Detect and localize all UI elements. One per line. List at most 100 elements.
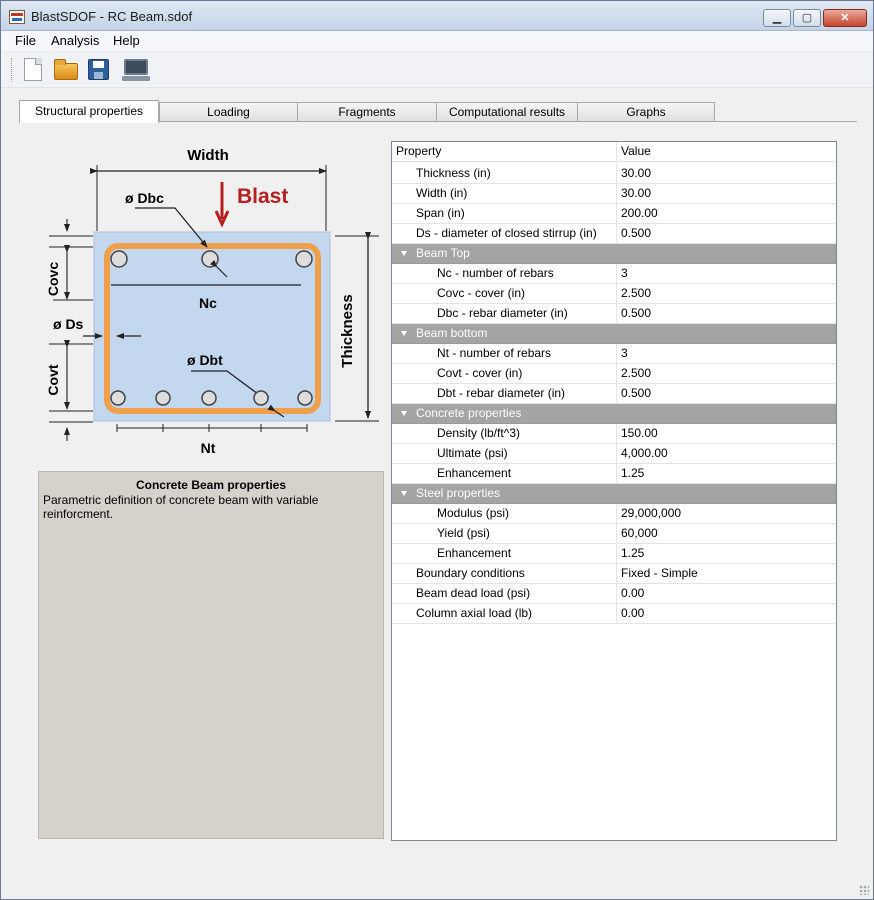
category-label: Steel properties	[416, 486, 501, 500]
grid-row[interactable]: Yield (psi) 60,000	[392, 524, 836, 544]
label-covc: Covc	[45, 262, 61, 296]
label-nt: Nt	[201, 440, 216, 456]
header-value: Value	[621, 144, 651, 158]
row-value[interactable]: 200.00	[618, 204, 836, 224]
grid-row[interactable]: Span (in) 200.00	[392, 204, 836, 224]
row-label: Column axial load (lb)	[392, 604, 617, 624]
row-value[interactable]: 0.00	[618, 584, 836, 604]
maximize-button[interactable]: ▢	[793, 9, 821, 27]
compute-button[interactable]	[122, 57, 150, 83]
description-panel: Concrete Beam properties Parametric defi…	[38, 471, 384, 839]
row-value[interactable]: 30.00	[618, 184, 836, 204]
grid-row[interactable]: Ultimate (psi) 4,000.00	[392, 444, 836, 464]
row-value[interactable]: 60,000	[618, 524, 836, 544]
resize-grip[interactable]	[859, 885, 869, 895]
row-label: Span (in)	[392, 204, 617, 224]
label-blast: Blast	[237, 185, 288, 208]
row-value[interactable]: 3	[618, 264, 836, 284]
save-disk-icon	[88, 59, 109, 80]
description-text: Parametric definition of concrete beam w…	[43, 493, 319, 521]
category-label: Beam bottom	[416, 326, 488, 340]
grid-row[interactable]: Covt - cover (in) 2.500	[392, 364, 836, 384]
label-nc: Nc	[199, 295, 217, 311]
menu-analysis[interactable]: Analysis	[51, 33, 99, 48]
row-label: Dbc - rebar diameter (in)	[392, 304, 617, 324]
row-value[interactable]: 29,000,000	[618, 504, 836, 524]
row-value[interactable]: 4,000.00	[618, 444, 836, 464]
row-value[interactable]: 0.500	[618, 384, 836, 404]
grid-row[interactable]: Thickness (in) 30.00	[392, 164, 836, 184]
row-value[interactable]: 1.25	[618, 544, 836, 564]
grid-row[interactable]: Dbt - rebar diameter (in) 0.500	[392, 384, 836, 404]
grid-row[interactable]: Covc - cover (in) 2.500	[392, 284, 836, 304]
title-bar[interactable]: BlastSDOF - RC Beam.sdof ▁ ▢ ✕	[1, 1, 873, 31]
category-beam-top[interactable]: Beam Top	[392, 244, 836, 264]
label-ds: ø Ds	[53, 316, 84, 332]
row-value[interactable]: 0.00	[618, 604, 836, 624]
tab-structural-properties[interactable]: Structural properties	[19, 100, 159, 123]
main-window: BlastSDOF - RC Beam.sdof ▁ ▢ ✕ File Anal…	[0, 0, 874, 900]
computer-icon	[122, 59, 150, 81]
grid-row[interactable]: Enhancement 1.25	[392, 464, 836, 484]
row-label: Covc - cover (in)	[392, 284, 617, 304]
minimize-button[interactable]: ▁	[763, 9, 791, 27]
row-label: Boundary conditions	[392, 564, 617, 584]
row-label: Enhancement	[392, 464, 617, 484]
menu-bar: File Analysis Help	[1, 31, 873, 51]
tab-graphs[interactable]: Graphs	[577, 102, 715, 122]
new-file-button[interactable]	[20, 57, 46, 83]
grid-row[interactable]: Dbc - rebar diameter (in) 0.500	[392, 304, 836, 324]
property-grid[interactable]: Property Value Thickness (in) 30.00 Widt…	[391, 141, 837, 841]
tab-computational-results[interactable]: Computational results	[436, 102, 578, 122]
header-property: Property	[392, 142, 617, 162]
grid-row[interactable]: Enhancement 1.25	[392, 544, 836, 564]
toolbar-grip[interactable]	[11, 58, 14, 82]
row-value[interactable]: 30.00	[618, 164, 836, 184]
row-value[interactable]: 0.500	[618, 224, 836, 244]
grid-row[interactable]: Column axial load (lb) 0.00	[392, 604, 836, 624]
row-value[interactable]: 150.00	[618, 424, 836, 444]
grid-header: Property Value	[392, 142, 836, 162]
label-dbc: ø Dbc	[125, 190, 164, 206]
row-label: Nt - number of rebars	[392, 344, 617, 364]
grid-row[interactable]: Beam dead load (psi) 0.00	[392, 584, 836, 604]
row-label: Ds - diameter of closed stirrup (in)	[392, 224, 617, 244]
grid-row[interactable]: Modulus (psi) 29,000,000	[392, 504, 836, 524]
grid-row[interactable]: Nt - number of rebars 3	[392, 344, 836, 364]
row-value[interactable]: 0.500	[618, 304, 836, 324]
row-value[interactable]: 2.500	[618, 284, 836, 304]
save-file-button[interactable]	[85, 57, 111, 83]
category-label: Beam Top	[416, 246, 470, 260]
label-width: Width	[187, 147, 229, 164]
label-thickness: Thickness	[339, 294, 356, 367]
row-label: Covt - cover (in)	[392, 364, 617, 384]
category-concrete-properties[interactable]: Concrete properties	[392, 404, 836, 424]
category-steel-properties[interactable]: Steel properties	[392, 484, 836, 504]
new-file-icon	[24, 58, 42, 81]
grid-row[interactable]: Nc - number of rebars 3	[392, 264, 836, 284]
app-icon	[9, 10, 25, 24]
close-button[interactable]: ✕	[823, 9, 867, 27]
category-label: Concrete properties	[416, 406, 522, 420]
row-value[interactable]: Fixed - Simple	[618, 564, 836, 584]
toolbar	[1, 52, 873, 88]
window-title: BlastSDOF - RC Beam.sdof	[31, 9, 193, 24]
row-label: Width (in)	[392, 184, 617, 204]
row-label: Beam dead load (psi)	[392, 584, 617, 604]
row-value[interactable]: 1.25	[618, 464, 836, 484]
grid-row[interactable]: Ds - diameter of closed stirrup (in) 0.5…	[392, 224, 836, 244]
open-file-button[interactable]	[53, 57, 79, 83]
grid-row[interactable]: Density (lb/ft^3) 150.00	[392, 424, 836, 444]
label-covt: Covt	[45, 364, 61, 395]
row-label: Yield (psi)	[392, 524, 617, 544]
tab-loading[interactable]: Loading	[159, 102, 298, 122]
tab-fragments[interactable]: Fragments	[297, 102, 437, 122]
category-beam-bottom[interactable]: Beam bottom	[392, 324, 836, 344]
menu-help[interactable]: Help	[113, 33, 140, 48]
beam-section-diagram: Width Blast ø Dbc Nc Covc ø Ds ø Dbt Cov…	[45, 147, 379, 456]
row-value[interactable]: 2.500	[618, 364, 836, 384]
grid-row[interactable]: Width (in) 30.00	[392, 184, 836, 204]
row-value[interactable]: 3	[618, 344, 836, 364]
menu-file[interactable]: File	[15, 33, 36, 48]
grid-row[interactable]: Boundary conditions Fixed - Simple	[392, 564, 836, 584]
